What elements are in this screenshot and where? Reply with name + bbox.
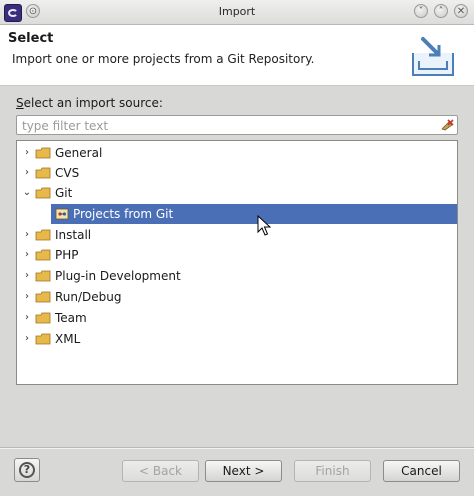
close-button[interactable]: ✕ bbox=[454, 4, 468, 18]
git-project-icon bbox=[55, 208, 69, 220]
tree-item-label: PHP bbox=[55, 248, 79, 262]
chevron-down-icon: ˅ bbox=[418, 6, 424, 17]
expand-arrow-icon[interactable]: › bbox=[22, 225, 32, 245]
folder-icon bbox=[35, 270, 51, 282]
expand-arrow-icon[interactable]: › bbox=[22, 266, 32, 286]
filter-field[interactable] bbox=[16, 115, 458, 135]
expand-arrow-icon[interactable]: › bbox=[22, 143, 32, 163]
folder-icon bbox=[35, 312, 51, 324]
page-title: Select bbox=[8, 31, 54, 46]
tree-item-label: Team bbox=[55, 311, 87, 325]
tree-item-cvs[interactable]: › CVS bbox=[17, 163, 457, 183]
window-title: Import bbox=[218, 5, 256, 18]
window-titlebar: ⊙ Import ˅ ˄ ✕ bbox=[0, 0, 474, 25]
tree-item-php[interactable]: › PHP bbox=[17, 245, 457, 265]
import-banner-icon bbox=[412, 37, 454, 76]
tree-item-run-debug[interactable]: › Run/Debug bbox=[17, 287, 457, 307]
tree-item-label: Projects from Git bbox=[73, 207, 174, 221]
help-icon: ? bbox=[19, 462, 35, 478]
folder-icon bbox=[35, 333, 51, 345]
chevron-up-icon: ˄ bbox=[438, 6, 444, 17]
tree-item-team[interactable]: › Team bbox=[17, 308, 457, 328]
import-source-tree[interactable]: › General › CVS ⌄ Git Projects from Git … bbox=[16, 140, 458, 385]
wizard-header: Select Import one or more projects from … bbox=[0, 25, 474, 86]
collapse-arrow-icon[interactable]: ⌄ bbox=[22, 183, 32, 203]
tree-item-label: General bbox=[55, 146, 103, 160]
expand-arrow-icon[interactable]: › bbox=[22, 163, 32, 183]
expand-arrow-icon[interactable]: › bbox=[22, 245, 32, 265]
tree-item-install[interactable]: › Install bbox=[17, 225, 457, 245]
maximize-button[interactable]: ˄ bbox=[434, 4, 448, 18]
import-source-label: Select an import source: bbox=[16, 96, 163, 110]
folder-icon bbox=[35, 167, 51, 179]
folder-icon bbox=[35, 229, 51, 241]
page-description: Import one or more projects from a Git R… bbox=[12, 52, 315, 66]
tree-item-plug-in-development[interactable]: › Plug-in Development bbox=[17, 266, 457, 286]
expand-arrow-icon[interactable]: › bbox=[22, 287, 32, 307]
folder-icon bbox=[35, 249, 51, 261]
folder-open-icon bbox=[35, 187, 51, 199]
tree-item-general[interactable]: › General bbox=[17, 143, 457, 163]
tree-item-xml[interactable]: › XML bbox=[17, 329, 457, 349]
expand-arrow-icon[interactable]: › bbox=[22, 308, 32, 328]
tree-item-label: Git bbox=[55, 186, 73, 200]
button-bar-separator bbox=[0, 447, 474, 449]
clear-filter-icon[interactable] bbox=[440, 118, 454, 132]
close-icon: ✕ bbox=[456, 6, 466, 17]
back-button[interactable]: < Back bbox=[122, 460, 199, 482]
tree-item-label: Install bbox=[55, 228, 92, 242]
tree-item-label: Plug-in Development bbox=[55, 269, 181, 283]
tree-item-label: Run/Debug bbox=[55, 290, 122, 304]
filter-input[interactable] bbox=[20, 117, 434, 135]
tree-item-git[interactable]: ⌄ Git bbox=[17, 183, 457, 203]
help-button[interactable]: ? bbox=[14, 458, 40, 482]
tree-item-projects-from-git[interactable]: Projects from Git bbox=[51, 204, 457, 224]
folder-icon bbox=[35, 147, 51, 159]
next-button[interactable]: Next > bbox=[205, 460, 282, 482]
expand-arrow-icon[interactable]: › bbox=[22, 329, 32, 349]
tree-item-label: XML bbox=[55, 332, 81, 346]
mouse-cursor-icon bbox=[257, 215, 271, 236]
finish-button[interactable]: Finish bbox=[294, 460, 371, 482]
tree-item-label: CVS bbox=[55, 166, 80, 180]
minimize-button[interactable]: ˅ bbox=[414, 4, 428, 18]
cancel-button[interactable]: Cancel bbox=[383, 460, 460, 482]
folder-icon bbox=[35, 291, 51, 303]
